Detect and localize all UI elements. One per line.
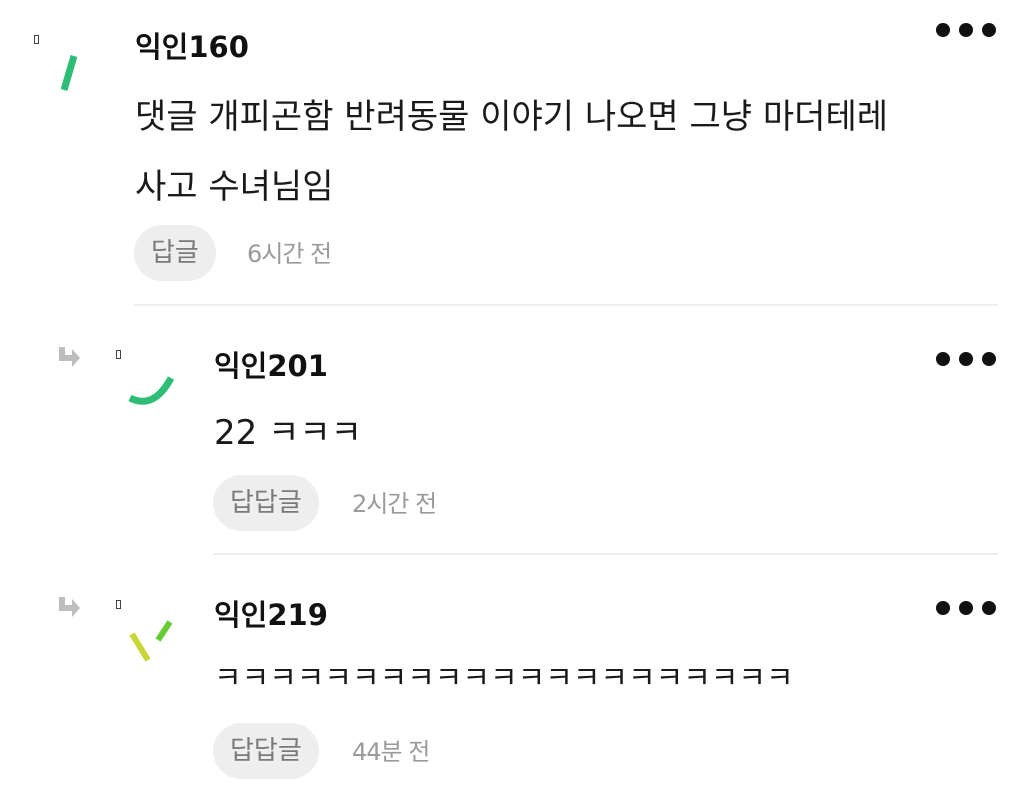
reply-button[interactable]: 답답글 bbox=[213, 475, 319, 531]
dot-icon bbox=[936, 352, 950, 366]
dot-icon bbox=[959, 601, 973, 615]
dot-icon bbox=[936, 23, 950, 37]
comment-text-line: 사고 수녀님임 bbox=[135, 167, 334, 207]
comment-author[interactable]: 익인219 bbox=[214, 601, 328, 630]
more-options-button[interactable] bbox=[936, 349, 996, 369]
timestamp: 6시간 전 bbox=[247, 240, 332, 268]
reply-arrow-icon bbox=[59, 347, 80, 367]
dot-icon bbox=[936, 601, 950, 615]
reply-arrow-icon bbox=[59, 597, 80, 617]
timestamp: 2시간 전 bbox=[352, 490, 437, 518]
green-stroke-avatar-icon bbox=[60, 55, 78, 91]
timestamp: 44분 전 bbox=[352, 738, 430, 766]
comment-author[interactable]: 익인201 bbox=[214, 352, 328, 381]
dot-icon bbox=[982, 352, 996, 366]
dot-icon bbox=[959, 23, 973, 37]
comment-text-line: ㅋㅋㅋㅋㅋㅋㅋㅋㅋㅋㅋㅋㅋㅋㅋㅋㅋㅋㅋㅋㅋ bbox=[214, 661, 794, 696]
comment-text-line: 댓글 개피곤함 반려동물 이야기 나오면 그냥 마더테레 bbox=[135, 97, 889, 137]
comment-author[interactable]: 익인160 bbox=[135, 33, 249, 62]
dot-icon bbox=[982, 23, 996, 37]
green-arc-avatar-icon bbox=[128, 376, 175, 405]
yellow-green-strokes-avatar-icon bbox=[129, 620, 173, 662]
dot-icon bbox=[959, 352, 973, 366]
divider bbox=[134, 304, 998, 306]
more-options-button[interactable] bbox=[936, 20, 996, 40]
divider bbox=[213, 553, 998, 555]
more-options-button[interactable] bbox=[936, 598, 996, 618]
comment-text-line: 22 ㅋㅋㅋ bbox=[214, 413, 362, 453]
reply-button[interactable]: 답글 bbox=[134, 225, 216, 281]
dot-icon bbox=[982, 601, 996, 615]
reply-button[interactable]: 답답글 bbox=[213, 723, 319, 779]
